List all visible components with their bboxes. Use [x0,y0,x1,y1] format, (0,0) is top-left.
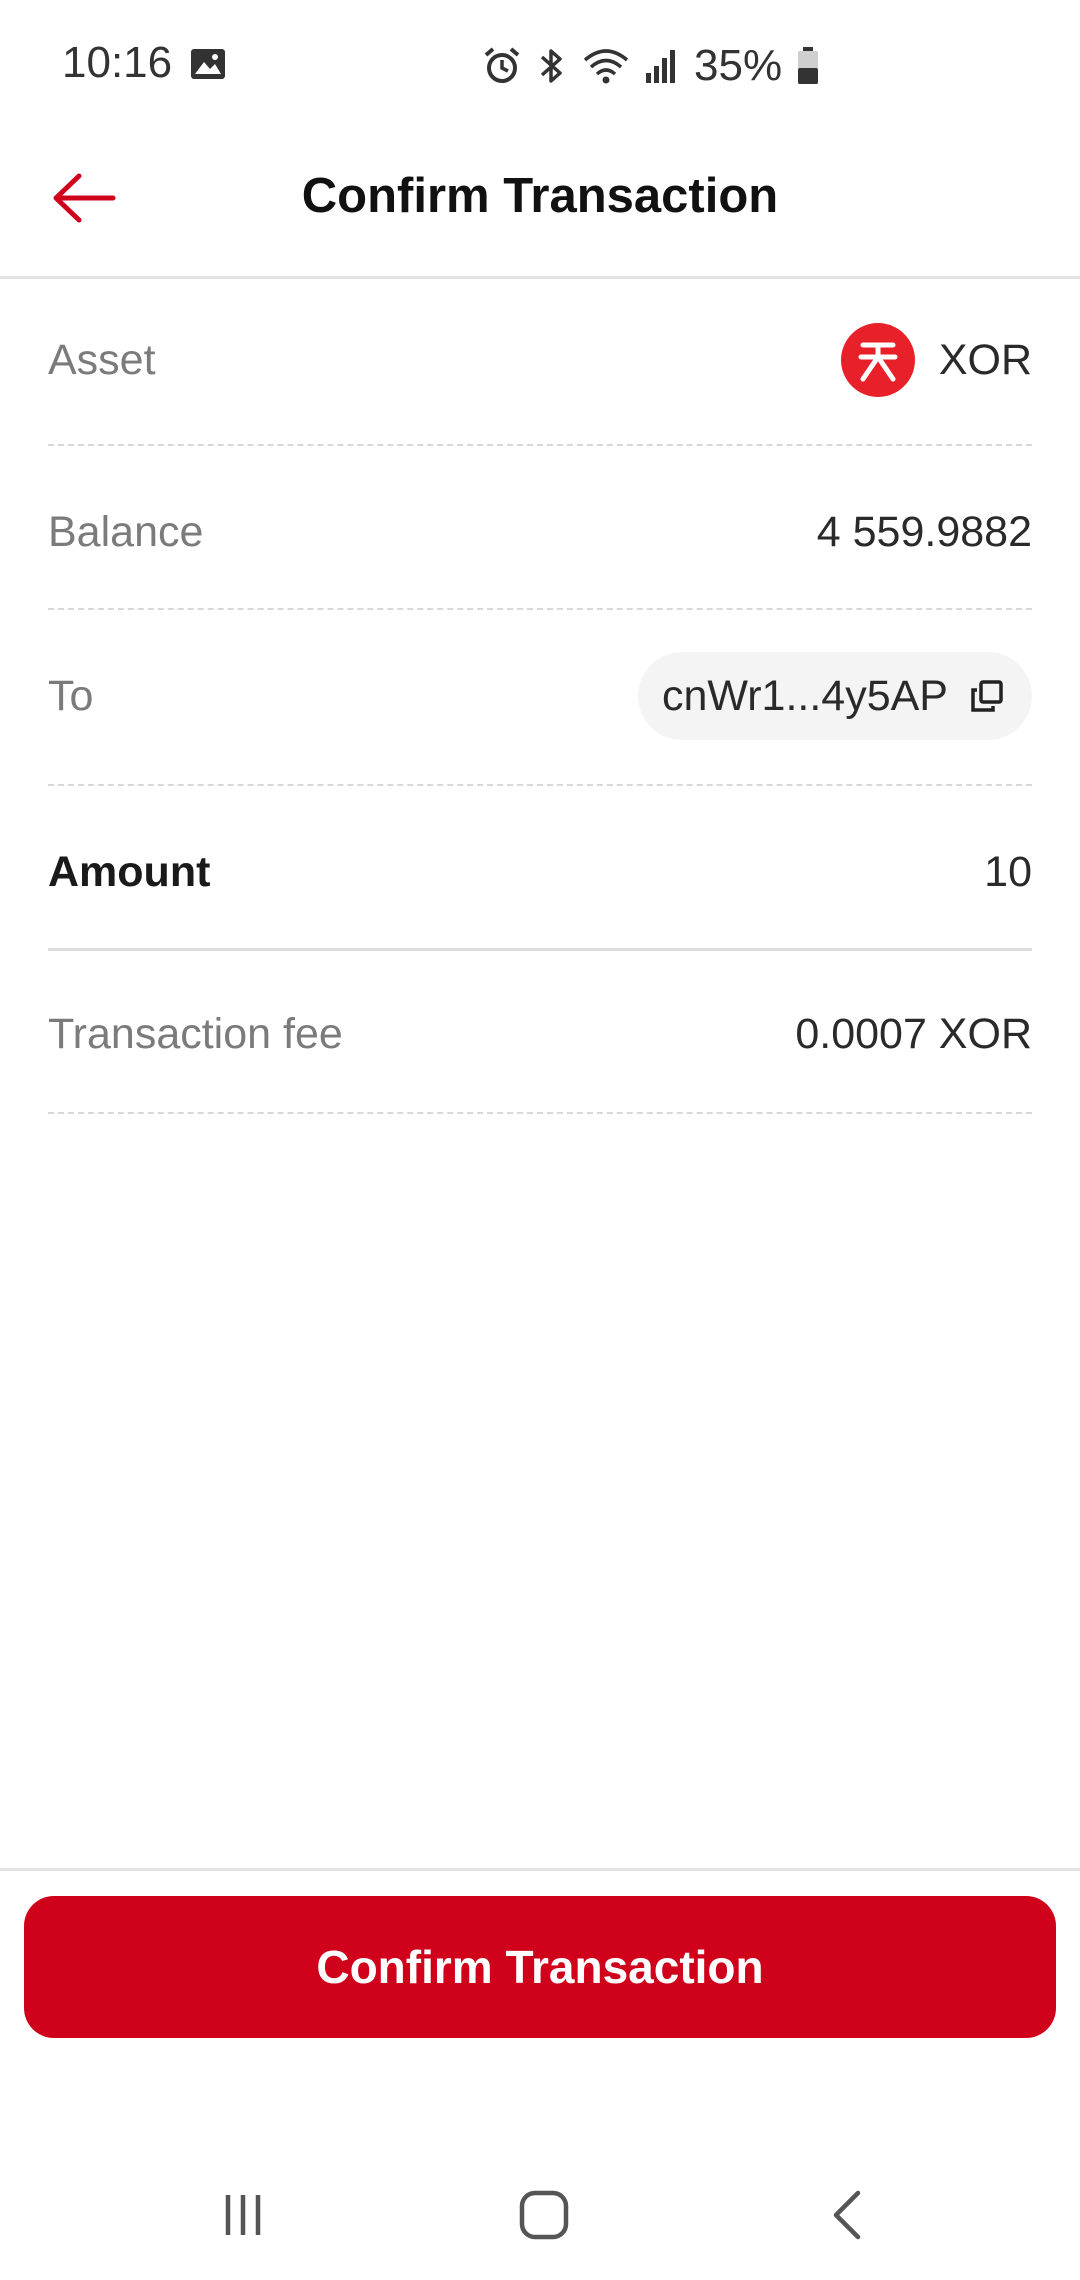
fee-value: 0.0007 XOR [795,1009,1032,1058]
system-back-button[interactable] [806,2180,886,2250]
asset-symbol: XOR [938,335,1032,384]
asset-label: Asset [48,335,156,384]
divider [48,444,1032,446]
copy-icon[interactable] [970,679,1004,713]
page-title: Confirm Transaction [301,169,779,223]
divider [48,608,1032,610]
confirm-transaction-button[interactable]: Confirm Transaction [24,1896,1056,2038]
recipient-row: To cnWr1...4y5AP [48,646,1032,746]
recipient-address-pill[interactable]: cnWr1...4y5AP [638,652,1032,740]
balance-row: Balance 4 559.9882 [48,482,1032,582]
battery-icon [798,47,819,84]
back-icon [833,2190,861,2240]
asset-value: XOR [840,323,1032,397]
divider [0,1868,1080,1871]
system-nav-bar [0,2160,1080,2280]
xor-token-icon [840,323,915,397]
home-button[interactable] [504,2180,584,2250]
recent-apps-button[interactable] [203,2180,283,2250]
battery-percent: 35% [694,41,783,90]
fee-row: Transaction fee 0.0007 XOR [48,984,1032,1084]
image-icon [191,49,225,79]
amount-value: 10 [984,847,1032,896]
alarm-icon [484,47,520,83]
home-icon [519,2190,569,2240]
divider [48,1112,1032,1114]
fee-label: Transaction fee [48,1009,343,1058]
amount-label: Amount [48,847,211,896]
signal-icon [646,50,675,83]
bluetooth-icon [540,49,562,83]
divider [48,948,1032,951]
balance-label: Balance [48,507,204,556]
status-bar: 10:16 35% [0,0,1080,130]
wifi-icon [583,49,629,84]
recent-apps-icon [225,2195,261,2235]
app-header: Confirm Transaction [0,130,1080,279]
amount-row: Amount 10 [48,822,1032,922]
status-time: 10:16 [62,38,173,87]
divider [48,784,1032,786]
asset-row: Asset XOR [48,310,1032,410]
recipient-label: To [48,671,94,720]
status-icons: 35% [482,38,820,94]
balance-value: 4 559.9882 [816,507,1032,556]
recipient-address: cnWr1...4y5AP [662,671,948,720]
